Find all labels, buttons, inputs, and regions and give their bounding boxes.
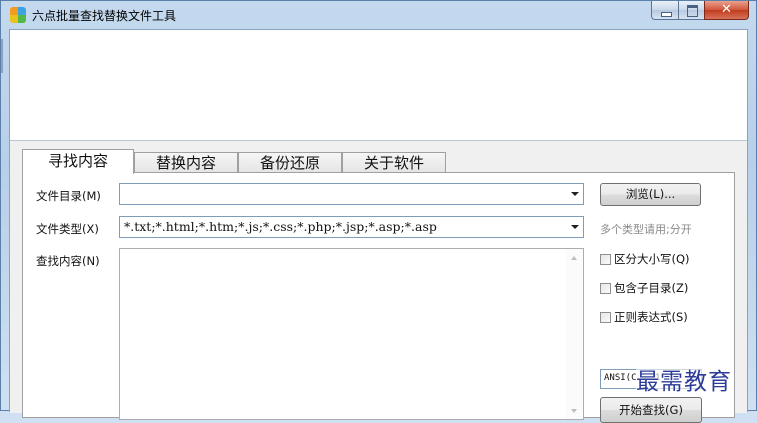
title-bar[interactable]: 六点批量查找替换文件工具 ✕ [1, 1, 756, 29]
content-textarea[interactable] [119, 248, 584, 420]
close-icon: ✕ [721, 2, 732, 17]
case-sensitive-checkbox[interactable]: 区分大小写(Q) [600, 251, 690, 267]
case-sensitive-label: 区分大小写(Q) [614, 252, 690, 266]
tab-backup[interactable]: 备份还原 [238, 152, 342, 173]
window-controls: ✕ [651, 1, 749, 21]
maximize-icon [687, 5, 698, 17]
regex-label: 正则表达式(S) [614, 310, 688, 324]
watermark-text: 最需教育 [636, 362, 732, 396]
type-combo[interactable]: *.txt;*.html;*.htm;*.js;*.css;*.php;*.js… [119, 216, 584, 238]
checkbox-icon[interactable] [600, 311, 611, 323]
subdir-checkbox[interactable]: 包含子目录(Z) [600, 280, 688, 296]
window-title: 六点批量查找替换文件工具 [32, 9, 177, 23]
type-hint: 多个类型请用;分开 [600, 223, 692, 236]
checkbox-icon[interactable] [600, 253, 611, 265]
encoding-value: ANSI(C [604, 373, 637, 383]
tab-about[interactable]: 关于软件 [342, 152, 446, 173]
minimize-icon [661, 12, 672, 17]
app-window: 六点批量查找替换文件工具 ✕ 寻找内容 替换内容 备份还原 关于软件 文件目录(… [0, 0, 757, 423]
left-edge-marker [1, 39, 3, 73]
chevron-down-icon[interactable] [571, 225, 579, 229]
find-tab-body: 文件目录(M) 浏览(L)... 文件类型(X) *.txt;*.html;*.… [22, 172, 735, 423]
client-area: 寻找内容 替换内容 备份还原 关于软件 文件目录(M) 浏览(L)... 文件类… [9, 29, 748, 423]
close-button[interactable]: ✕ [704, 1, 749, 20]
banner-area [10, 30, 747, 140]
content-scrollbar[interactable] [566, 249, 583, 419]
minimize-button[interactable] [651, 1, 678, 20]
browse-button[interactable]: 浏览(L)... [600, 183, 701, 206]
scroll-up-icon[interactable] [571, 256, 577, 260]
chevron-down-icon[interactable] [571, 192, 579, 196]
start-search-button[interactable]: 开始查找(G) [600, 397, 702, 423]
tab-replace[interactable]: 替换内容 [134, 152, 238, 173]
regex-checkbox[interactable]: 正则表达式(S) [600, 309, 688, 325]
app-logo-icon [10, 7, 26, 23]
maximize-button[interactable] [678, 1, 704, 20]
type-label: 文件类型(X) [36, 222, 99, 236]
dir-label: 文件目录(M) [36, 189, 101, 203]
content-label: 查找内容(N) [36, 254, 100, 268]
checkbox-icon[interactable] [600, 282, 611, 294]
type-combo-value: *.txt;*.html;*.htm;*.js;*.css;*.php;*.js… [124, 219, 437, 234]
subdir-label: 包含子目录(Z) [614, 281, 689, 295]
dir-combo[interactable] [119, 183, 584, 205]
scroll-down-icon[interactable] [571, 409, 577, 413]
tab-find[interactable]: 寻找内容 [22, 149, 134, 174]
